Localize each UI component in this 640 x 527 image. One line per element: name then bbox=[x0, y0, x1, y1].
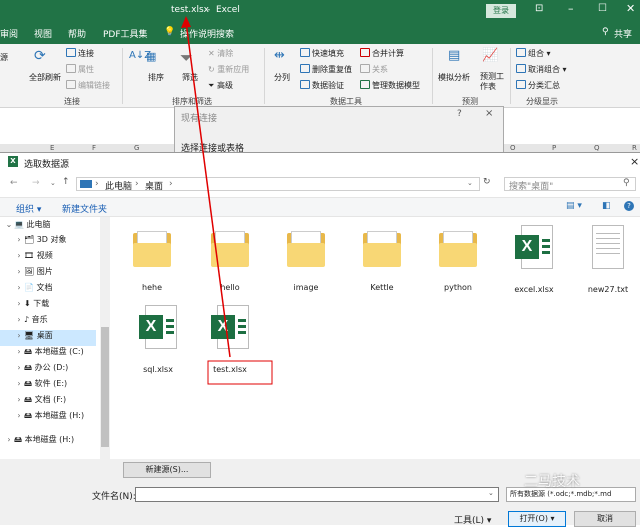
annotation-arrowhead bbox=[181, 16, 191, 28]
annotation-arrow bbox=[185, 21, 231, 358]
annotation-overlay bbox=[181, 16, 273, 385]
annotation-box bbox=[207, 360, 273, 385]
